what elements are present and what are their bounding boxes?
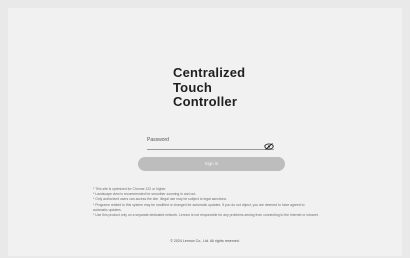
title-line-3: Controller xyxy=(173,94,238,109)
notice-item: * Use this product only on a separate de… xyxy=(93,213,319,218)
title-line-2: Touch xyxy=(173,79,213,95)
app-title: Centralized Touch Controller xyxy=(173,65,246,110)
signin-button[interactable]: Sign in xyxy=(138,157,285,171)
login-panel xyxy=(8,8,402,256)
notice-list: * This site is optimized for Chrome 122 … xyxy=(93,187,319,218)
notice-item: * Programs related to this system may be… xyxy=(93,202,305,212)
password-input[interactable] xyxy=(147,133,257,147)
copyright-text: © 2024 Lennox Co., Ltd. All rights reser… xyxy=(170,239,240,243)
title-line-1: Centralized xyxy=(173,65,246,80)
password-field xyxy=(147,133,274,150)
eye-off-icon[interactable] xyxy=(264,137,274,150)
